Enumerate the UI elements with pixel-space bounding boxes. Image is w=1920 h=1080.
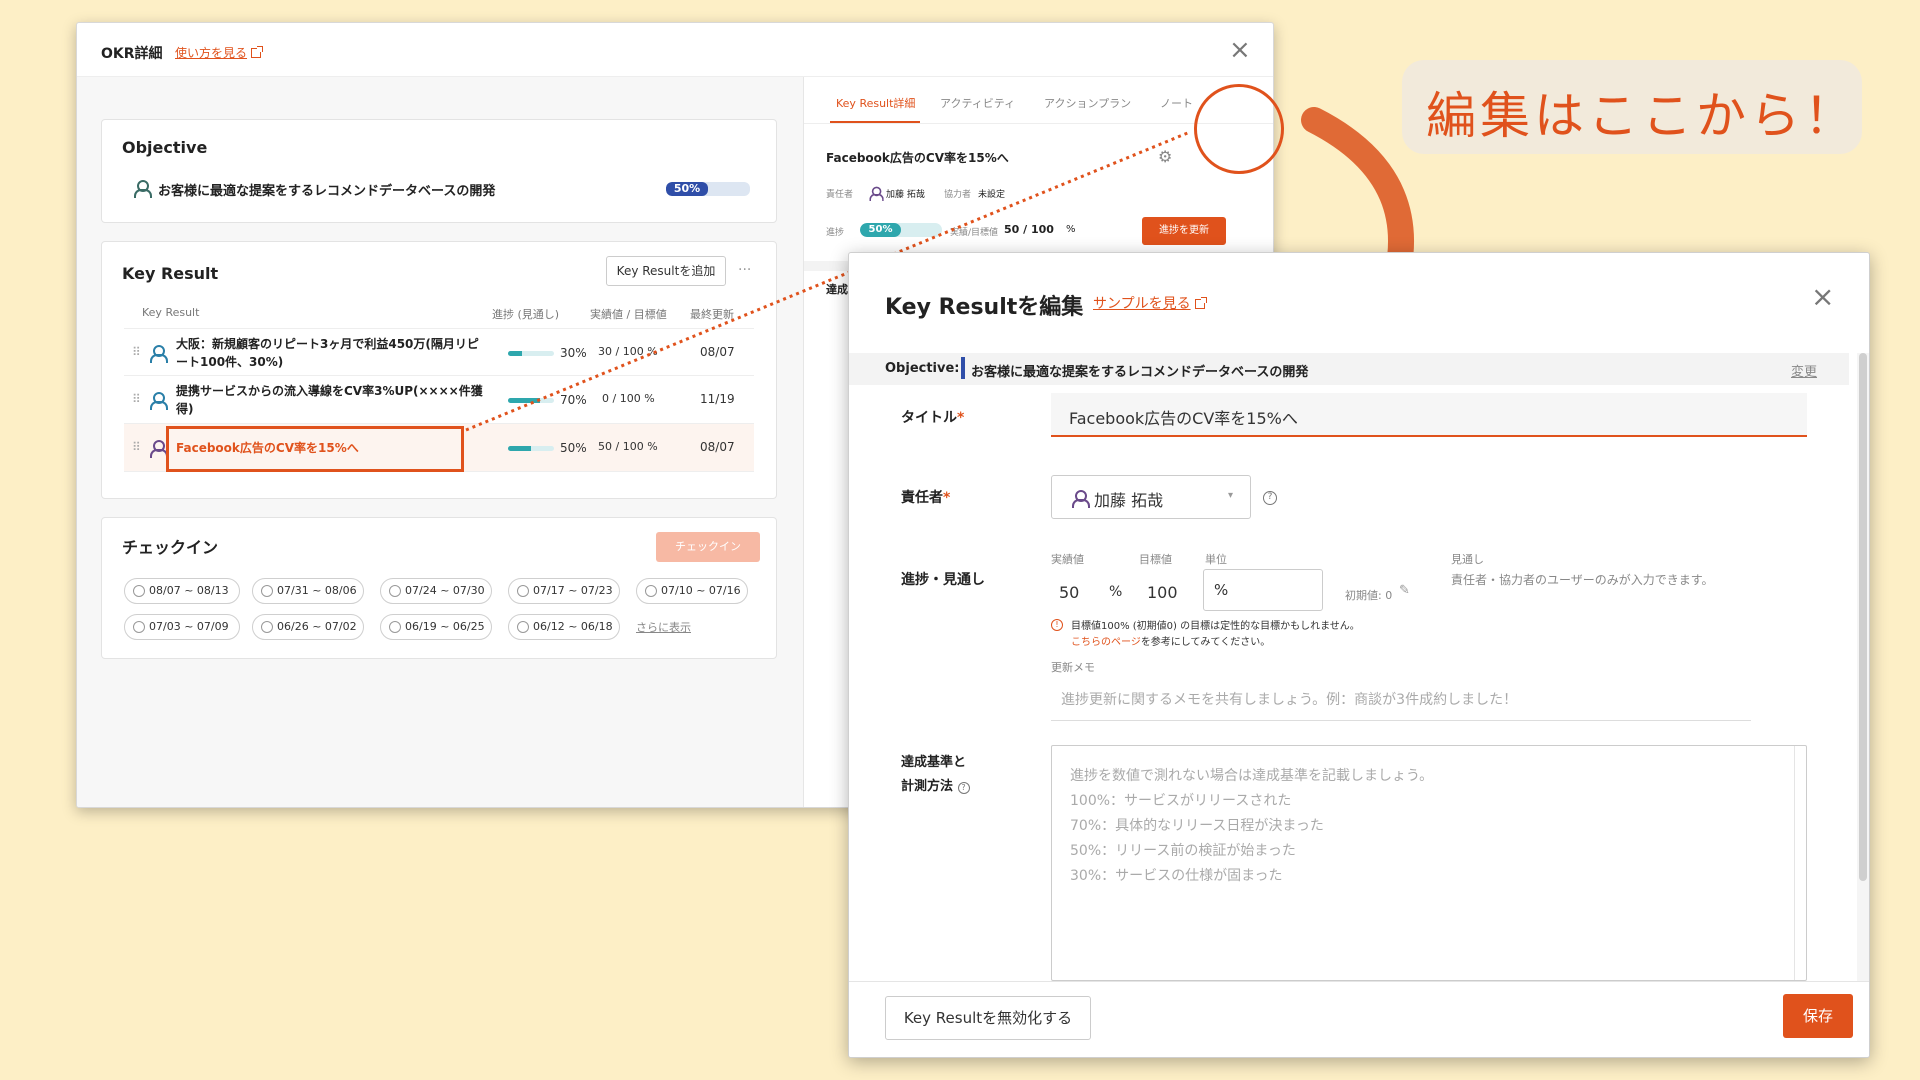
help-icon[interactable]: ?	[957, 782, 970, 794]
criteria-textarea[interactable]: 進捗を数値で測れない場合は達成基準を記載しましょう。 100%：サービスがリリー…	[1051, 745, 1807, 981]
help-icon[interactable]: ?	[1263, 491, 1277, 505]
pencil-icon[interactable]: ✎	[1399, 583, 1410, 598]
objective-color-marker	[961, 357, 965, 379]
modal-scrollbar-thumb[interactable]	[1859, 353, 1867, 881]
warning-icon: !	[1051, 619, 1063, 631]
modal-title: Key Resultを編集	[885, 295, 1084, 320]
unit-input[interactable]: %	[1203, 569, 1323, 611]
memo-input[interactable]: 進捗更新に関するメモを共有しましょう。例：商談が3件成約しました！	[1051, 677, 1751, 721]
target-label: 目標値	[1139, 553, 1172, 566]
change-objective-link[interactable]: 変更	[1791, 361, 1817, 380]
actual-label: 実績値	[1051, 553, 1084, 566]
progress-outlook-label: 進捗・見通し	[901, 572, 985, 588]
actual-percent-sign: %	[1109, 584, 1123, 600]
title-label-text: タイトル	[901, 410, 957, 426]
memo-placeholder[interactable]: 進捗更新に関するメモを共有しましょう。例：商談が3件成約しました！	[1061, 689, 1517, 709]
criteria-label-2-text: 計測方法	[901, 779, 954, 794]
modal-close-icon[interactable]: ×	[1811, 283, 1834, 311]
criteria-placeholder-line: 30%：サービスの仕様が固まった	[1070, 868, 1283, 884]
owner-label-text: 責任者	[901, 490, 943, 506]
criteria-label-2: 計測方法 ?	[901, 775, 970, 794]
sample-link[interactable]: サンプルを見る	[1093, 293, 1207, 313]
criteria-placeholder-line: 100%：サービスがリリースされた	[1070, 793, 1292, 809]
disable-key-result-button[interactable]: Key Resultを無効化する	[885, 996, 1091, 1040]
objective-bar: Objective: お客様に最適な提案をするレコメンドデータベースの開発 変更	[849, 353, 1849, 385]
external-link-icon	[1194, 297, 1207, 309]
warning-suffix: を参考にしてみてください。	[1140, 637, 1271, 648]
criteria-label-1: 達成基準と	[901, 755, 967, 770]
initial-value-text: 初期値: 0	[1345, 589, 1393, 602]
owner-select[interactable]: 加藤 拓哉 ▾	[1051, 475, 1251, 519]
actual-value-input[interactable]: 50	[1059, 583, 1079, 602]
criteria-placeholder-line: 進捗を数値で測れない場合は達成基準を記載しましょう。	[1070, 768, 1434, 784]
unit-label: 単位	[1205, 553, 1227, 566]
memo-label: 更新メモ	[1051, 661, 1095, 674]
warning-line-2: こちらのページを参考にしてみてください。	[1071, 633, 1270, 648]
modal-footer: Key Resultを無効化する 保存	[849, 981, 1869, 1057]
annotation-callout: 編集はここから！	[1402, 60, 1862, 154]
edit-key-result-modal: Key Resultを編集 サンプルを見る × Objective: お客様に最…	[848, 252, 1870, 1058]
chevron-down-icon[interactable]: ▾	[1228, 490, 1233, 501]
outlook-note: 責任者・協力者のユーザーのみが入力できます。	[1451, 573, 1714, 587]
objective-text: お客様に最適な提案をするレコメンドデータベースの開発	[971, 365, 1309, 380]
criteria-placeholder-line: 50%：リリース前の検証が始まった	[1070, 843, 1296, 859]
avatar	[1072, 490, 1090, 508]
outlook-label: 見通し	[1451, 553, 1484, 566]
objective-label: Objective:	[885, 361, 960, 376]
modal-scrollbar[interactable]	[1857, 353, 1869, 981]
sample-link-text[interactable]: サンプルを見る	[1093, 296, 1191, 312]
title-input[interactable]: Facebook広告のCV率を15%へ	[1051, 393, 1807, 437]
warning-link[interactable]: こちらのページ	[1071, 637, 1141, 648]
owner-label: 責任者*	[901, 490, 951, 506]
save-button[interactable]: 保存	[1783, 994, 1853, 1038]
title-label: タイトル*	[901, 410, 965, 426]
unit-input-value[interactable]: %	[1214, 581, 1228, 599]
target-value-input[interactable]: 100	[1147, 583, 1178, 602]
title-input-value[interactable]: Facebook広告のCV率を15%へ	[1069, 405, 1298, 429]
textarea-scrollbar[interactable]	[1794, 746, 1806, 980]
owner-select-value[interactable]: 加藤 拓哉	[1094, 487, 1163, 511]
criteria-placeholder-line: 70%：具体的なリリース日程が決まった	[1070, 818, 1324, 834]
warning-line-1: 目標値100% (初期値0) の目標は定性的な目標かもしれません。	[1071, 621, 1360, 632]
annotation-callout-text: 編集はここから！	[1426, 87, 1858, 145]
criteria-placeholder[interactable]: 進捗を数値で測れない場合は達成基準を記載しましょう。 100%：サービスがリリー…	[1070, 764, 1433, 889]
